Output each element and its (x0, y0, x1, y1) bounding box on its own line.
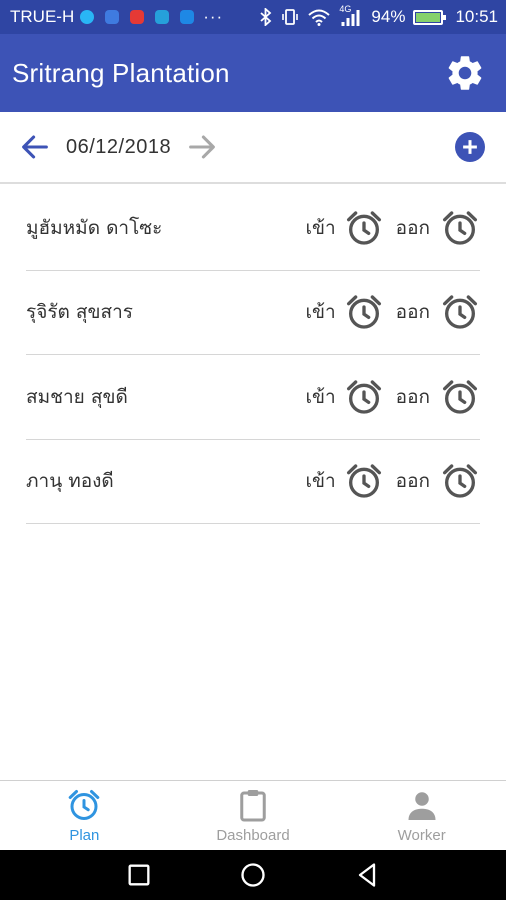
wifi-icon (308, 9, 331, 26)
recent-apps-icon[interactable] (125, 861, 153, 889)
check-out-label: ออก (395, 470, 430, 493)
notification-icon (105, 10, 120, 24)
date-navigation: 06/12/2018 (0, 112, 506, 184)
check-out-label: ออก (395, 385, 430, 408)
carrier-name: TRUE-H (10, 7, 75, 26)
check-in-label: เข้า (305, 301, 336, 324)
check-in-label: เข้า (305, 470, 336, 493)
battery-icon (413, 9, 447, 25)
tab-worker[interactable]: Worker (337, 781, 506, 850)
gear-icon[interactable] (444, 52, 486, 94)
list-item: สมชาย สุขดี เข้า ออก (26, 355, 480, 440)
home-icon[interactable] (239, 861, 267, 889)
notification-icon (80, 10, 95, 24)
worker-name: รุจิรัต สุขสาร (26, 301, 133, 324)
battery-percent: 94% (371, 7, 406, 26)
alarm-icon[interactable] (344, 292, 384, 332)
alarm-icon[interactable] (440, 208, 480, 248)
tab-label: Dashboard (216, 827, 290, 844)
alarm-icon[interactable] (344, 461, 384, 501)
app-bar: Sritrang Plantation (0, 34, 506, 112)
person-icon (408, 792, 436, 820)
check-in-label: เข้า (305, 385, 336, 408)
worker-name: ภานุ ทองดี (26, 470, 114, 493)
system-navigation-bar (0, 850, 506, 900)
worker-list: มูฮัมหมัด ดาโซะ เข้า ออก รุจิรัต สุขสาร … (0, 186, 506, 524)
check-in-label: เข้า (305, 216, 336, 239)
worker-name: สมชาย สุขดี (26, 385, 128, 408)
list-item: มูฮัมหมัด ดาโซะ เข้า ออก (26, 186, 480, 271)
vibrate-icon (282, 9, 299, 25)
arrow-left-icon[interactable] (18, 130, 52, 164)
add-circle-icon[interactable] (455, 132, 485, 162)
notification-icon (180, 10, 195, 24)
signal-icon: 4G (339, 4, 363, 27)
tab-label: Plan (69, 827, 100, 844)
check-out-label: ออก (395, 301, 430, 324)
tab-label: Worker (397, 827, 446, 844)
tab-dashboard[interactable]: Dashboard (169, 781, 338, 850)
current-date: 06/12/2018 (66, 135, 172, 158)
alarm-icon[interactable] (440, 377, 480, 417)
arrow-right-icon[interactable] (185, 130, 219, 164)
more-notifications: ··· (203, 7, 224, 26)
alarm-icon (69, 790, 100, 820)
alarm-icon[interactable] (440, 461, 480, 501)
app-title: Sritrang Plantation (12, 57, 230, 88)
alarm-icon[interactable] (440, 292, 480, 332)
alarm-icon[interactable] (344, 208, 384, 248)
check-out-label: ออก (395, 216, 430, 239)
worker-name: มูฮัมหมัด ดาโซะ (26, 216, 163, 239)
bluetooth-icon (260, 8, 272, 26)
status-bar: TRUE-H ··· 4G 94% 10:51 (0, 0, 506, 34)
clipboard-icon (240, 790, 266, 822)
alarm-icon[interactable] (344, 377, 384, 417)
list-item: รุจิรัต สุขสาร เข้า ออก (26, 271, 480, 355)
clock: 10:51 (455, 7, 498, 26)
notification-icon (130, 10, 145, 24)
notification-icon (155, 10, 170, 24)
bottom-navigation: Plan Dashboard Worker (0, 780, 506, 850)
list-item: ภานุ ทองดี เข้า ออก (26, 440, 480, 524)
back-icon[interactable] (353, 861, 381, 889)
tab-plan[interactable]: Plan (0, 781, 169, 850)
